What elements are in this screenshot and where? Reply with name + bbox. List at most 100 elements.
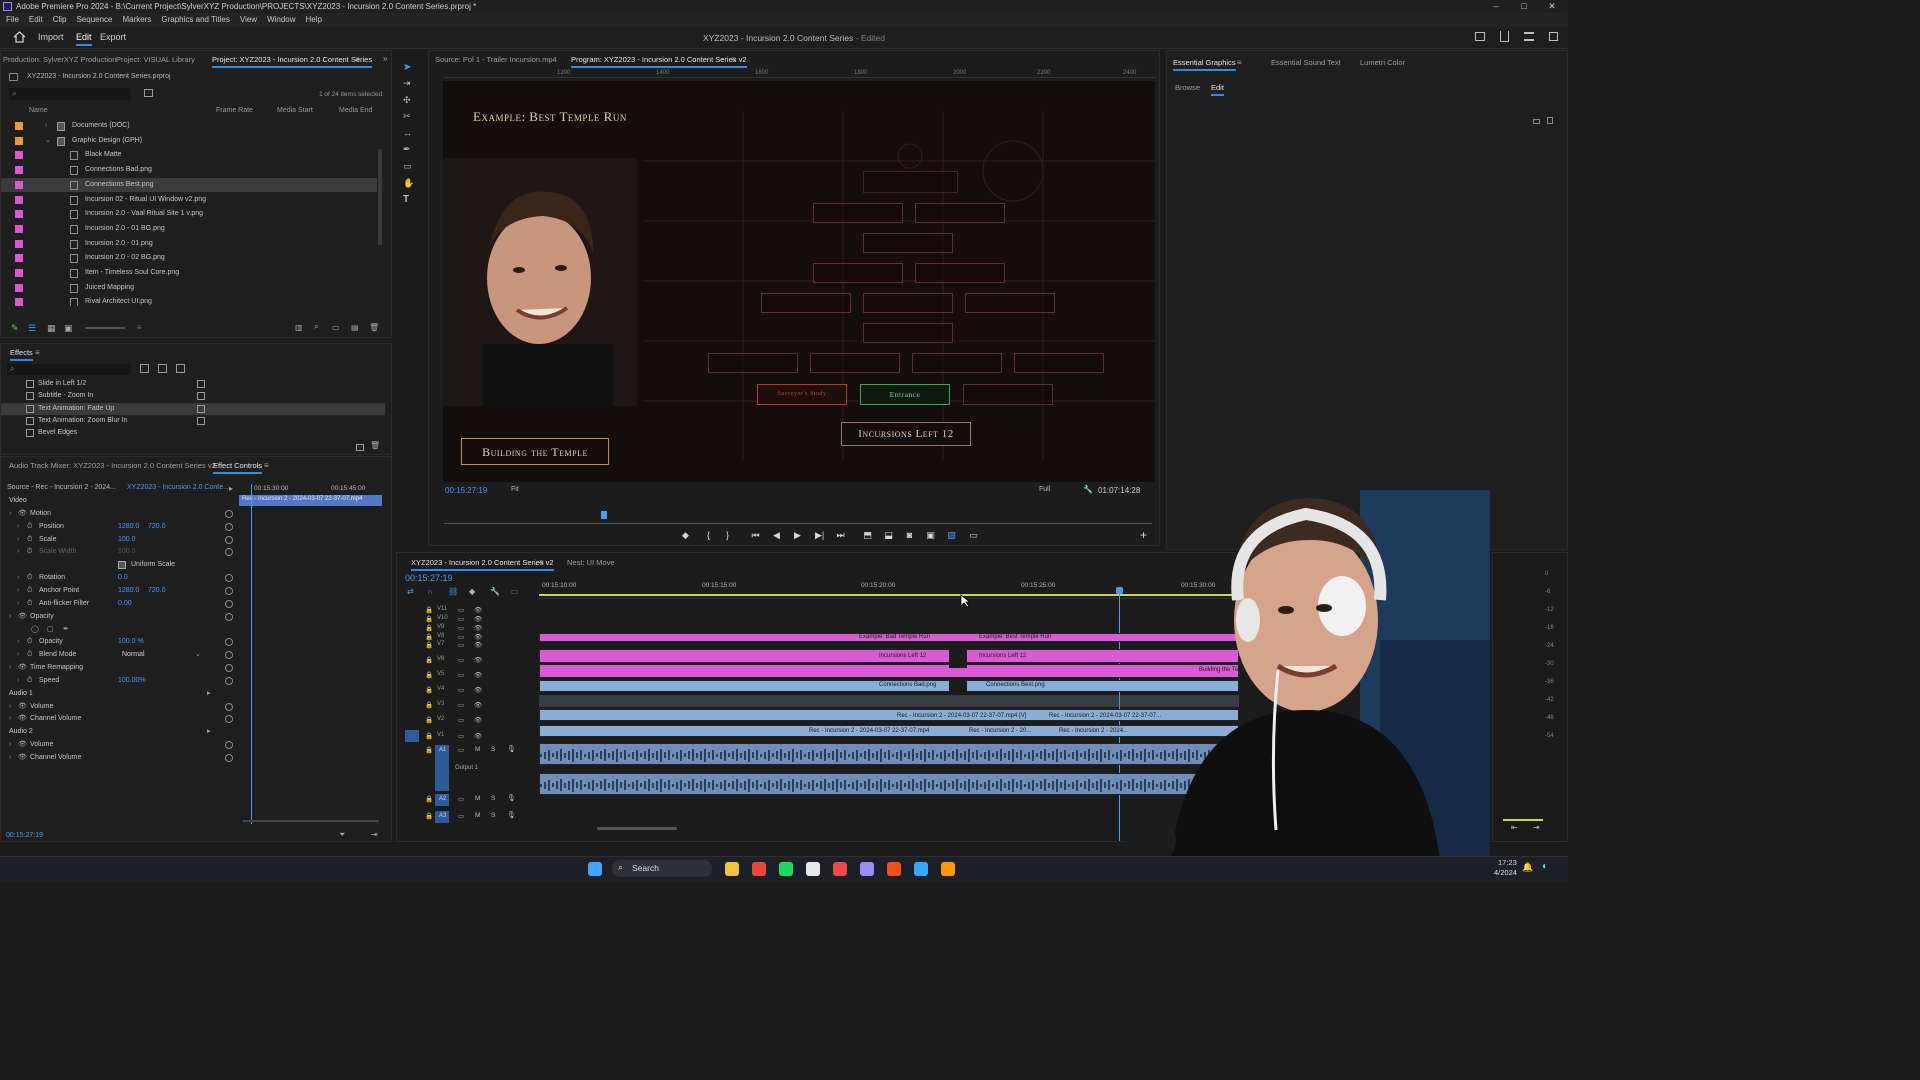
reset-icon[interactable] [225, 676, 233, 685]
quality-dropdown[interactable]: Full [1039, 486, 1050, 493]
eye-icon[interactable]: 👁 [474, 641, 482, 649]
stopwatch-icon[interactable]: ⏱ [27, 636, 32, 649]
ec-property-row[interactable]: › ⏱ Scale 100.0 [1, 534, 237, 547]
sync-lock-icon[interactable]: ▭ [458, 746, 464, 754]
ec-value[interactable]: 100.0 [118, 546, 136, 559]
project-item[interactable]: Juiced Mapping [1, 281, 377, 296]
ec-property-row[interactable]: Audio 2 ▸ [1, 726, 237, 739]
tab-production[interactable]: Production: SylverXYZ Production [3, 55, 116, 64]
notion-icon[interactable] [806, 862, 820, 876]
expand-icon[interactable]: › [9, 701, 11, 714]
label-color-swatch[interactable] [15, 210, 23, 219]
lock-icon[interactable]: 🔒 [425, 746, 433, 754]
project-item[interactable]: Incursion 2.0 - 02 BG.png [1, 251, 377, 266]
reset-icon[interactable] [225, 509, 233, 518]
ec-value[interactable]: 100.0 % [118, 636, 144, 649]
tab-program-monitor[interactable]: Program: XYZ2023 - Incursion 2.0 Content… [571, 55, 747, 68]
zoom-slider[interactable] [85, 327, 125, 329]
stopwatch-icon[interactable]: ⏱ [27, 534, 32, 547]
stopwatch-icon[interactable]: ⏱ [27, 521, 32, 534]
ec-property-row[interactable]: › 👁 Channel Volume [1, 752, 237, 765]
rectangle-mask-icon[interactable]: ▢ [47, 624, 54, 637]
solo-button[interactable]: S [491, 795, 495, 802]
new-bin-icon[interactable]: ▭ [332, 323, 340, 332]
expand-icon[interactable]: › [17, 521, 19, 534]
video-track-header[interactable]: 🔒 V10 ▭ 👁 [397, 615, 539, 624]
sync-lock-icon[interactable]: ▭ [458, 795, 464, 803]
project-item[interactable]: ⌄ Graphic Design (GPH) [1, 134, 377, 149]
hand-tool-icon[interactable]: ✋ [403, 178, 414, 189]
project-search-input[interactable]: ⌕ [9, 88, 131, 100]
export-frame-icon[interactable]: ⇥ [371, 830, 378, 839]
expand-icon[interactable]: › [17, 585, 19, 598]
freeform-view-icon[interactable]: ▣ [64, 323, 73, 334]
timeline-timecode[interactable]: 00:15:27:19 [405, 573, 453, 583]
project-item[interactable]: Item - Timeless Soul Core.png [1, 266, 377, 281]
lock-icon[interactable]: 🔒 [425, 795, 433, 803]
trash-icon[interactable] [1547, 117, 1553, 124]
proxy-toggle-icon[interactable]: ▨ [947, 531, 956, 540]
notification-icon[interactable]: 🔔 [1522, 862, 1533, 873]
project-item[interactable]: Connections Bad.png [1, 163, 377, 178]
stopwatch-icon[interactable]: ⏱ [27, 598, 32, 611]
eye-icon[interactable]: 👁 [474, 606, 482, 614]
new-item-icon[interactable]: ▤ [351, 323, 359, 332]
label-color-swatch[interactable] [15, 180, 23, 189]
expand-icon[interactable]: › [9, 611, 11, 624]
ec-property-row[interactable]: › 👁 Opacity [1, 611, 237, 624]
tab-project[interactable]: Project: XYZ2023 - Incursion 2.0 Content… [212, 55, 373, 68]
automate-to-sequence-icon[interactable]: ▥ [295, 323, 303, 332]
sync-lock-icon[interactable]: ▭ [458, 812, 464, 820]
tab-lumetri-color[interactable]: Lumetri Color [1360, 58, 1405, 67]
chrome-icon[interactable] [752, 862, 766, 876]
selection-tool-icon[interactable]: ➤ [403, 62, 411, 73]
write-pencil-icon[interactable]: ✎ [11, 323, 19, 334]
fx-toggle-icon[interactable]: 👁 [18, 662, 27, 675]
sync-lock-icon[interactable]: ▭ [458, 624, 464, 632]
expand-icon[interactable]: › [9, 739, 11, 752]
eye-icon[interactable]: 👁 [474, 701, 482, 709]
home-icon[interactable] [13, 31, 26, 43]
go-to-out-icon[interactable]: ⏭ [836, 531, 845, 540]
tab-effect-controls[interactable]: Effect Controls [213, 461, 263, 474]
ec-value[interactable]: 1280.0 [118, 521, 139, 534]
ec-section-arrow-icon[interactable]: ▸ [207, 688, 211, 701]
lock-icon[interactable]: 🔒 [425, 812, 433, 820]
sort-icon[interactable]: ≡ [137, 323, 142, 332]
expand-icon[interactable]: › [9, 508, 11, 521]
expand-icon[interactable]: ⌄ [45, 134, 51, 149]
tab-edit[interactable]: Edit [76, 32, 92, 46]
snap-icon[interactable]: ∩ [427, 587, 433, 596]
taskbar-search[interactable]: ⌕ Search [612, 860, 712, 877]
reset-icon[interactable] [225, 535, 233, 544]
add-marker-icon[interactable]: ◆ [469, 587, 475, 596]
ec-property-row[interactable]: › ⏱ Speed 100.00% [1, 675, 237, 688]
razor-tool-icon[interactable]: ✂ [403, 111, 411, 122]
label-color-swatch[interactable] [15, 122, 23, 130]
ec-timecode[interactable]: 00:15:27:19 [6, 832, 43, 839]
ec-property-row[interactable]: › 👁 Motion [1, 508, 237, 521]
play-button[interactable]: ▶ [793, 531, 802, 540]
menu-help[interactable]: Help [306, 13, 322, 27]
expand-icon[interactable]: › [17, 534, 19, 547]
pen-mask-icon[interactable]: ✒ [63, 624, 69, 637]
voiceover-icon[interactable]: 🎙 [507, 794, 516, 802]
audio-track-header[interactable]: 🔒 A3 ▭ M S 🎙 [397, 811, 539, 824]
minimize-button[interactable]: – [1482, 0, 1510, 13]
figma-icon[interactable] [887, 862, 901, 876]
solo-button[interactable]: S [491, 812, 495, 819]
eye-icon[interactable]: 👁 [474, 686, 482, 694]
project-item[interactable]: › Documents (DOC) [1, 119, 377, 134]
label-color-swatch[interactable] [15, 269, 23, 277]
video-track-header[interactable]: 🔒 V3 ▭ 👁 [397, 701, 539, 710]
reset-icon[interactable] [225, 702, 233, 711]
ellipse-mask-icon[interactable]: ◯ [31, 624, 39, 637]
label-color-swatch[interactable] [15, 239, 23, 248]
project-item[interactable]: Rival Architect UI.png [1, 295, 377, 306]
ec-property-row[interactable]: › 👁 Channel Volume [1, 713, 237, 726]
export-frame-icon[interactable]: ◙ [905, 531, 914, 540]
ec-property-row[interactable]: › 👁 Volume [1, 739, 237, 752]
program-scrubber[interactable] [444, 523, 1152, 524]
ec-property-row[interactable]: › ⏱ Rotation 0.0 [1, 572, 237, 585]
maximize-button[interactable]: □ [1510, 0, 1538, 13]
